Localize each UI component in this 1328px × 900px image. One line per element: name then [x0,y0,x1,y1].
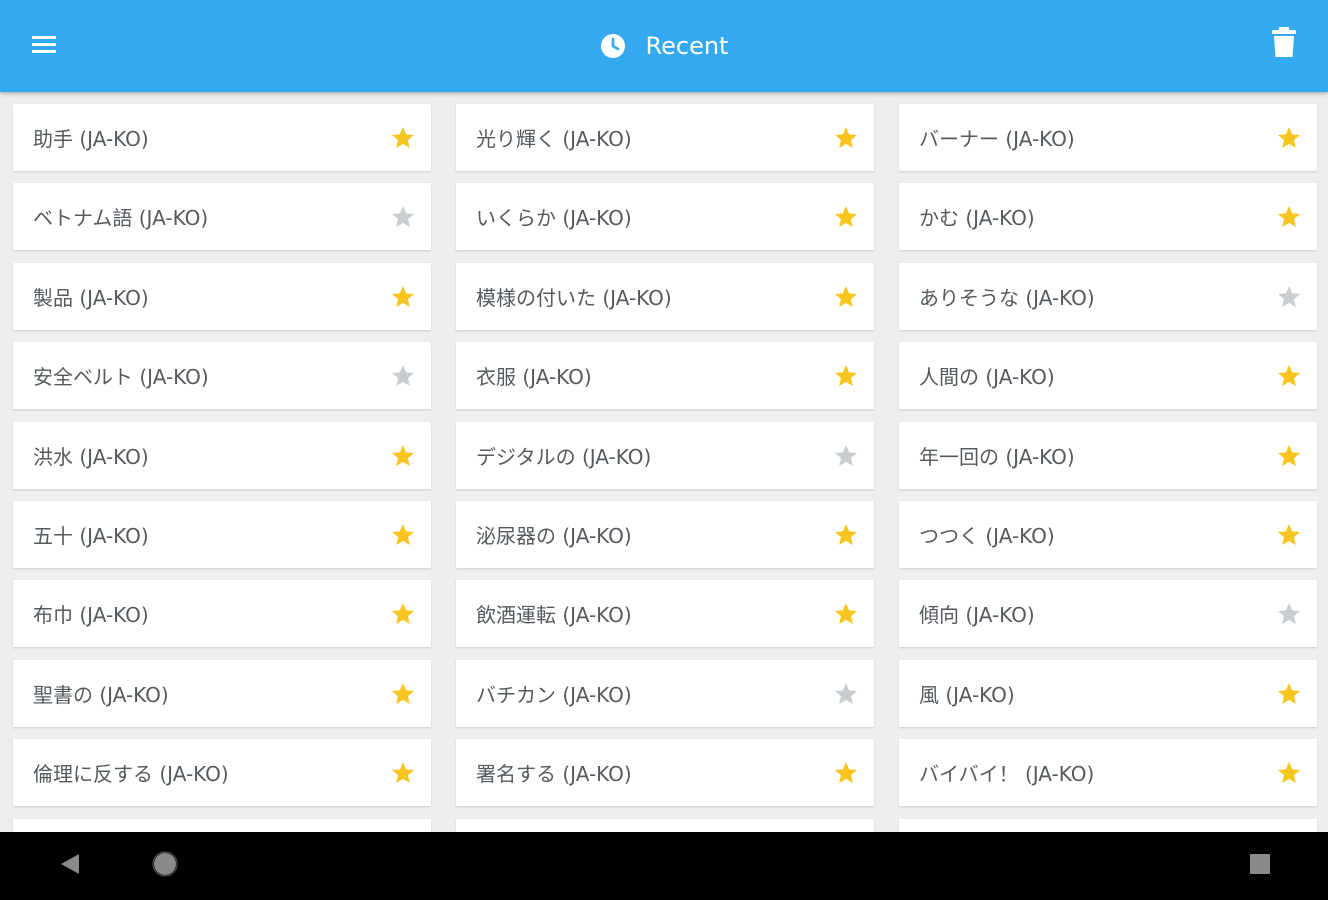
favorite-star-icon[interactable] [389,203,417,231]
recent-item[interactable]: ベトナム語 (JA-KO) [13,183,431,250]
recent-item[interactable]: つつく (JA-KO) [899,501,1317,568]
favorite-star-icon[interactable] [1275,600,1303,628]
favorite-star-icon[interactable] [389,362,417,390]
recent-item[interactable]: バイバイ！ (JA-KO) [899,739,1317,806]
favorite-star-icon[interactable] [832,283,860,311]
recent-item[interactable] [456,819,874,832]
recent-item-label: つつく (JA-KO) [919,524,1055,548]
favorite-star-icon[interactable] [832,203,860,231]
recent-item-label: 衣服 (JA-KO) [476,365,592,389]
recent-item-label: 泌尿器の (JA-KO) [476,524,632,548]
recent-item[interactable]: 傾向 (JA-KO) [899,580,1317,647]
recent-item[interactable]: バーナー (JA-KO) [899,104,1317,171]
menu-button[interactable] [22,24,66,68]
recent-item-label: 布巾 (JA-KO) [33,603,149,627]
recents-square-icon [1249,853,1271,879]
favorite-star-icon[interactable] [832,521,860,549]
favorite-star-icon[interactable] [1275,680,1303,708]
recent-item-label: 聖書の (JA-KO) [33,683,169,707]
recent-list: 助手 (JA-KO) 光り輝く (JA-KO) バーナー (JA-KO) ベトナム語 … [0,92,1328,832]
favorite-star-icon[interactable] [1275,203,1303,231]
favorite-star-icon[interactable] [1275,759,1303,787]
recent-item-label: かむ (JA-KO) [919,206,1035,230]
recent-item[interactable]: 助手 (JA-KO) [13,104,431,171]
page-title: Recent [645,32,729,60]
recent-item[interactable]: いくらか (JA-KO) [456,183,874,250]
system-nav-bar [0,832,1328,900]
favorite-star-icon[interactable] [832,759,860,787]
trash-icon [1272,27,1296,61]
recent-item-label: 署名する (JA-KO) [476,762,632,786]
favorite-star-icon[interactable] [389,600,417,628]
recent-item[interactable]: 署名する (JA-KO) [456,739,874,806]
recent-item[interactable]: 年一回の (JA-KO) [899,422,1317,489]
recent-item[interactable]: かむ (JA-KO) [899,183,1317,250]
recent-item[interactable]: 泌尿器の (JA-KO) [456,501,874,568]
favorite-star-icon[interactable] [389,521,417,549]
home-button[interactable] [145,846,185,886]
favorite-star-icon[interactable] [1275,283,1303,311]
recent-item[interactable] [899,819,1317,832]
recent-item[interactable]: 安全ベルト (JA-KO) [13,342,431,409]
recent-item[interactable]: 五十 (JA-KO) [13,501,431,568]
favorite-star-icon[interactable] [1275,442,1303,470]
recent-item-label: 人間の (JA-KO) [919,365,1055,389]
recent-item[interactable]: 布巾 (JA-KO) [13,580,431,647]
favorite-star-icon[interactable] [1275,124,1303,152]
menu-icon [32,34,56,58]
recent-item-label: いくらか (JA-KO) [476,206,632,230]
favorite-star-icon[interactable] [832,362,860,390]
recent-item[interactable]: デジタルの (JA-KO) [456,422,874,489]
recent-item[interactable]: 洪水 (JA-KO) [13,422,431,489]
recent-item[interactable]: 衣服 (JA-KO) [456,342,874,409]
favorite-star-icon[interactable] [832,600,860,628]
recent-item[interactable]: 人間の (JA-KO) [899,342,1317,409]
recent-item[interactable]: 飲酒運転 (JA-KO) [456,580,874,647]
recent-item-label: 安全ベルト (JA-KO) [33,365,209,389]
recent-item[interactable]: 倫理に反する (JA-KO) [13,739,431,806]
favorite-star-icon[interactable] [389,442,417,470]
recent-item-label: バーナー (JA-KO) [919,127,1075,151]
favorite-star-icon[interactable] [832,124,860,152]
recent-item-label: 五十 (JA-KO) [33,524,149,548]
recent-item-label: バイバイ！ (JA-KO) [919,762,1095,786]
recent-item-label: デジタルの (JA-KO) [476,445,652,469]
clear-history-button[interactable] [1262,22,1306,66]
recent-item-label: 光り輝く (JA-KO) [476,127,632,151]
recent-item-label: 倫理に反する (JA-KO) [33,762,229,786]
recent-item[interactable]: ありそうな (JA-KO) [899,263,1317,330]
favorite-star-icon[interactable] [1275,521,1303,549]
recents-button[interactable] [1240,846,1280,886]
recent-item-label: 風 (JA-KO) [919,683,1015,707]
recent-item-label: バチカン (JA-KO) [476,683,632,707]
recent-item-label: 飲酒運転 (JA-KO) [476,603,632,627]
favorite-star-icon[interactable] [832,442,860,470]
back-button[interactable] [50,846,90,886]
recent-item[interactable]: 聖書の (JA-KO) [13,660,431,727]
home-circle-icon [152,851,178,881]
app-bar: Recent [0,0,1328,92]
recent-item-label: ベトナム語 (JA-KO) [33,206,209,230]
recent-item-label: 模様の付いた (JA-KO) [476,286,672,310]
recent-item[interactable]: バチカン (JA-KO) [456,660,874,727]
recent-item[interactable]: 風 (JA-KO) [899,660,1317,727]
recent-item[interactable] [13,819,431,832]
back-triangle-icon [59,852,81,880]
favorite-star-icon[interactable] [389,680,417,708]
favorite-star-icon[interactable] [1275,362,1303,390]
recent-item-label: 製品 (JA-KO) [33,286,149,310]
recent-item-label: 年一回の (JA-KO) [919,445,1075,469]
recent-item-label: 洪水 (JA-KO) [33,445,149,469]
clock-icon [600,33,626,59]
favorite-star-icon[interactable] [389,759,417,787]
favorite-star-icon[interactable] [832,680,860,708]
recent-item[interactable]: 製品 (JA-KO) [13,263,431,330]
recent-item-label: ありそうな (JA-KO) [919,286,1095,310]
favorite-star-icon[interactable] [389,283,417,311]
recent-item-label: 助手 (JA-KO) [33,127,149,151]
recent-item[interactable]: 模様の付いた (JA-KO) [456,263,874,330]
recent-item-label: 傾向 (JA-KO) [919,603,1035,627]
favorite-star-icon[interactable] [389,124,417,152]
recent-item[interactable]: 光り輝く (JA-KO) [456,104,874,171]
